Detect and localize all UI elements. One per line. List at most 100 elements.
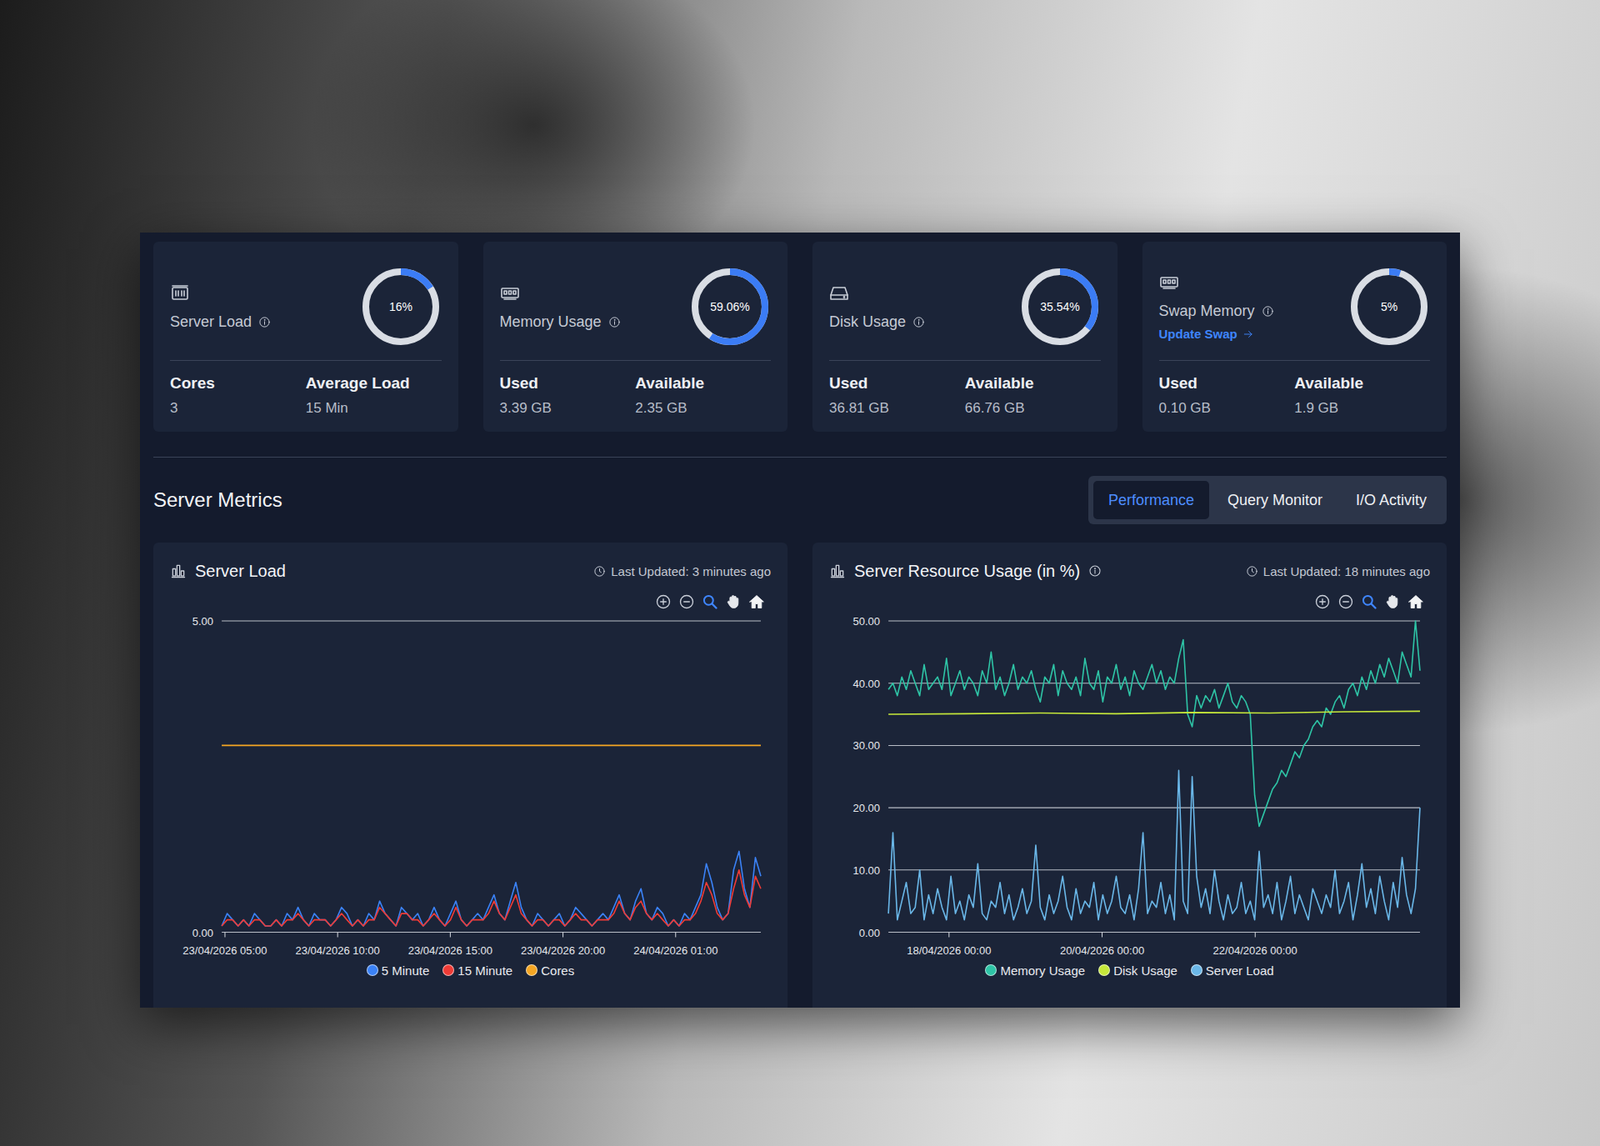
magnifier-icon[interactable]: [701, 593, 719, 610]
y-tick-label: 20.00: [853, 801, 881, 815]
legend-item[interactable]: Memory Usage: [985, 963, 1085, 978]
zoom-in-icon[interactable]: [655, 593, 672, 610]
x-tick-label: 22/04/2026 00:00: [1213, 944, 1298, 957]
donut-reading: 35.54%: [1040, 300, 1080, 314]
legend-dot: [442, 964, 455, 976]
stat: Available1.9 GB: [1294, 374, 1430, 417]
legend-dot: [366, 964, 379, 976]
bar-chart-icon: [829, 562, 846, 580]
clock-icon: [593, 565, 606, 578]
series-line: [221, 870, 761, 926]
usage-donut: 16%: [360, 265, 442, 348]
magnifier-icon[interactable]: [1360, 593, 1378, 610]
y-tick-label: 40.00: [853, 677, 881, 690]
info-icon[interactable]: [1088, 564, 1102, 578]
stat-label: Used: [500, 374, 636, 393]
pan-hand-icon[interactable]: [725, 593, 742, 610]
info-icon[interactable]: [608, 315, 621, 329]
section-divider: [153, 456, 1447, 458]
stat: Available 2.35 GB: [635, 374, 771, 417]
stat-value: 36.81 GB: [829, 400, 965, 417]
stat-value: 2.35 GB: [635, 400, 771, 417]
summary-card: Server Load 16% Cores3Average Load15 Min: [153, 241, 459, 432]
card-title: Swap Memory: [1159, 302, 1255, 320]
legend-item[interactable]: Disk Usage: [1098, 963, 1178, 978]
card-header: Memory Usage59.06%: [500, 260, 772, 361]
stat-label: Used: [1159, 374, 1295, 393]
last-updated: Last Updated: 3 minutes ago: [610, 564, 771, 579]
chart-toolbar: [170, 592, 771, 611]
metrics-tab[interactable]: Performance: [1093, 480, 1210, 520]
summary-cards: Server Load 16% Cores3Average Load15 Min Me…: [153, 241, 1447, 432]
legend-item[interactable]: Server Load: [1190, 963, 1275, 978]
chart-legend: 5 Minute 15 Minute Cores: [170, 963, 771, 978]
charts-row: Server LoadLast Updated: 3 minutes ago0.…: [153, 542, 1447, 1008]
stat: Average Load15 Min: [305, 374, 442, 417]
stat-label: Available: [635, 374, 771, 393]
stat-value: 0.10 GB: [1159, 400, 1295, 417]
chart-plot[interactable]: 0.0010.0020.0030.0040.0050.0018/04/2026 …: [829, 610, 1430, 962]
series-line: [221, 745, 761, 747]
x-tick-label: 23/04/2026 05:00: [182, 944, 267, 957]
y-tick-label: 5.00: [192, 615, 214, 628]
legend-item[interactable]: Cores: [525, 963, 575, 978]
cpu-icon: [170, 283, 190, 304]
y-tick-label: 30.00: [853, 739, 881, 752]
stat: Used36.81 GB: [829, 374, 965, 417]
info-icon[interactable]: [912, 315, 925, 329]
legend-dot: [1190, 964, 1203, 976]
zoom-out-icon[interactable]: [678, 593, 695, 610]
summary-card: Memory Usage59.06%Used3.39 GBAvailable2.…: [483, 241, 789, 432]
donut-fill: [695, 271, 765, 342]
chart-card: Server LoadLast Updated: 3 minutes ago0.…: [153, 542, 788, 1008]
legend-dot: [985, 964, 997, 976]
card-stats: Used36.81 GBAvailable66.76 GB: [829, 374, 1101, 417]
zoom-out-icon[interactable]: [1337, 593, 1355, 610]
legend-dot: [525, 964, 538, 976]
chart-legend: Memory Usage Disk Usage Server Load: [829, 963, 1430, 978]
y-tick-label: 10.00: [853, 864, 881, 877]
summary-card: Disk Usage 35.54% Used36.81 GBAvailable66.…: [812, 241, 1118, 432]
bar-chart-icon: [170, 562, 187, 580]
series-line: [221, 850, 761, 926]
x-tick-label: 23/04/2026 10:00: [295, 944, 380, 957]
x-tick-label: 23/04/2026 15:00: [408, 944, 493, 957]
zoom-in-icon[interactable]: [1314, 593, 1331, 610]
metrics-tab[interactable]: I/O Activity: [1340, 480, 1442, 520]
summary-card: Swap MemoryUpdate Swap5%Used0.10 GBAvail…: [1142, 241, 1448, 432]
metrics-tabs: PerformanceQuery MonitorI/O Activity: [1088, 475, 1447, 525]
donut-fill: [1354, 271, 1425, 342]
donut-reading: 59.06%: [710, 300, 750, 314]
home-icon[interactable]: [1407, 593, 1425, 610]
clock-icon: [1245, 565, 1259, 578]
donut-reading: 16%: [388, 300, 412, 314]
card-title: Disk Usage: [829, 313, 906, 331]
x-tick-label: 24/04/2026 01:00: [633, 944, 718, 957]
stat-label: Cores: [170, 374, 306, 393]
x-tick-label: 20/04/2026 00:00: [1060, 944, 1145, 957]
chart-title: Server Resource Usage (in %): [854, 561, 1080, 581]
series-line: [888, 770, 1420, 920]
legend-item[interactable]: 15 Minute: [442, 963, 513, 978]
chart-header: Server LoadLast Updated: 3 minutes ago: [170, 559, 771, 583]
home-icon[interactable]: [748, 593, 765, 610]
update-swap-link[interactable]: Update Swap: [1159, 326, 1275, 341]
chart-header: Server Resource Usage (in %)Last Updated…: [829, 559, 1430, 583]
stat-label: Average Load: [305, 374, 442, 393]
metrics-title: Server Metrics: [153, 488, 283, 512]
info-icon[interactable]: [258, 315, 271, 329]
pan-hand-icon[interactable]: [1384, 593, 1401, 610]
series-line: [888, 620, 1420, 827]
card-title: Server Load: [170, 313, 252, 331]
legend-item[interactable]: 5 Minute: [366, 963, 430, 978]
stat-value: 1.9 GB: [1294, 400, 1430, 417]
chart-plot[interactable]: 0.005.0023/04/2026 05:0023/04/2026 10:00…: [170, 610, 771, 962]
metrics-tab[interactable]: Query Monitor: [1212, 480, 1338, 520]
y-tick-label: 0.00: [859, 926, 880, 940]
card-stats: Cores3Average Load15 Min: [170, 374, 442, 417]
stat-value: 66.76 GB: [965, 400, 1101, 417]
arrow-icon[interactable]: [1242, 328, 1255, 340]
info-icon[interactable]: [1261, 305, 1275, 318]
donut-fill: [1025, 271, 1095, 342]
card-stats: Used 0.10 GBAvailable1.9 GB: [1159, 374, 1431, 417]
